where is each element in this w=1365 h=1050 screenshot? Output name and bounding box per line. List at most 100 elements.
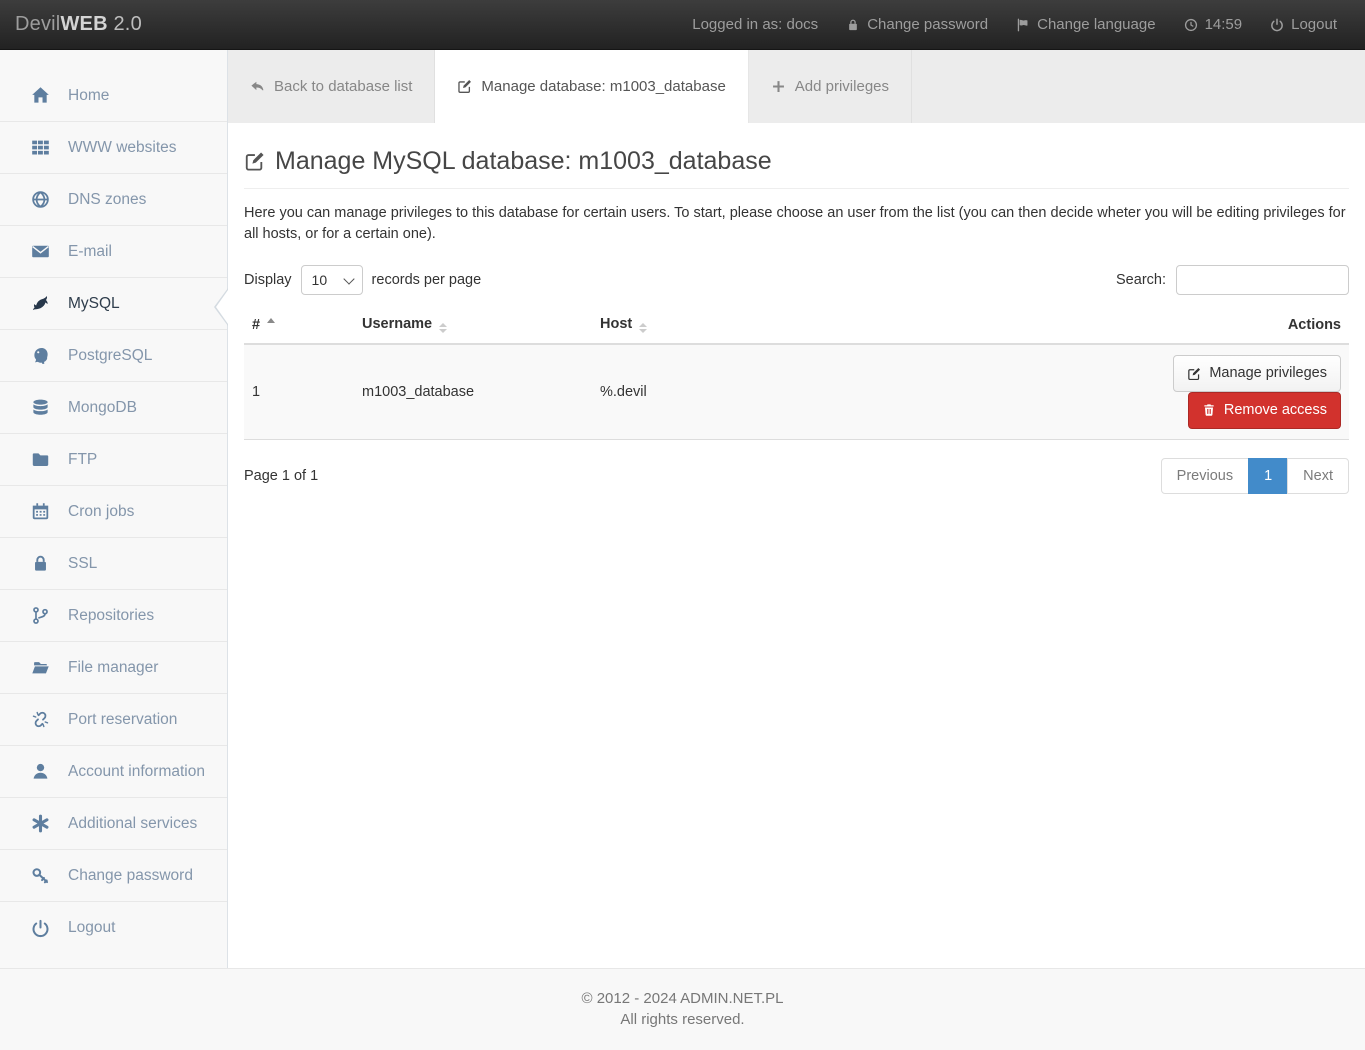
column-header-label: Actions — [1288, 317, 1341, 333]
folder-icon — [27, 450, 54, 469]
git-branch-icon — [27, 606, 54, 625]
button-label: Manage privileges — [1209, 364, 1327, 383]
sidebar-item-www-websites[interactable]: WWW websites — [0, 122, 227, 174]
reply-icon — [250, 79, 265, 94]
tab-label: Manage database: m1003_database — [481, 78, 725, 95]
sidebar-item-file-manager[interactable]: File manager — [0, 642, 227, 694]
globe-icon — [27, 190, 54, 209]
main-layout: Home WWW websites DNS zones E-mail MySQL… — [0, 50, 1365, 968]
trash-icon — [1202, 403, 1216, 417]
pagination-item: 1 — [1249, 458, 1288, 494]
sidebar-item-label: Additional services — [68, 815, 197, 833]
remove-access-button[interactable]: Remove access — [1188, 392, 1341, 429]
sidebar-item-dns-zones[interactable]: DNS zones — [0, 174, 227, 226]
sidebar-item-postgresql[interactable]: PostgreSQL — [0, 330, 227, 382]
sidebar-item-mysql[interactable]: MySQL — [0, 278, 227, 330]
sidebar-item-ftp[interactable]: FTP — [0, 434, 227, 486]
previous-page-button[interactable]: Previous — [1161, 458, 1249, 494]
sidebar-item-email[interactable]: E-mail — [0, 226, 227, 278]
sidebar-item-cron-jobs[interactable]: Cron jobs — [0, 486, 227, 538]
postgresql-elephant-icon — [27, 346, 54, 365]
calendar-icon — [27, 502, 54, 521]
asterisk-icon — [27, 814, 54, 833]
sidebar-item-label: Cron jobs — [68, 503, 134, 521]
column-header-label: Host — [600, 316, 632, 332]
brand-logo[interactable]: DevilWEB 2.0 — [0, 13, 142, 36]
column-header-actions: Actions — [1009, 310, 1349, 344]
sidebar-item-label: Account information — [68, 763, 205, 781]
edit-icon — [244, 151, 265, 172]
edit-icon — [457, 79, 472, 94]
brand-prefix: Devil — [15, 13, 60, 35]
page-body: Manage MySQL database: m1003_database He… — [228, 123, 1365, 494]
tab-back-to-database-list[interactable]: Back to database list — [228, 50, 435, 123]
footer-copyright: © 2012 - 2024 ADMIN.NET.PL — [0, 989, 1365, 1010]
column-header-host[interactable]: Host — [592, 310, 1009, 344]
grid-icon — [27, 138, 54, 157]
page-1-button[interactable]: 1 — [1248, 458, 1288, 494]
sidebar: Home WWW websites DNS zones E-mail MySQL… — [0, 50, 228, 968]
tab-add-privileges[interactable]: Add privileges — [749, 50, 912, 123]
sidebar-item-change-password[interactable]: Change password — [0, 850, 227, 902]
page-title-text: Manage MySQL database: m1003_database — [275, 147, 772, 176]
topbar-logout[interactable]: Logout — [1270, 16, 1337, 33]
broken-link-icon — [27, 710, 54, 729]
sort-ascending-icon — [267, 318, 275, 323]
sidebar-item-mongodb[interactable]: MongoDB — [0, 382, 227, 434]
manage-privileges-button[interactable]: Manage privileges — [1173, 355, 1341, 392]
sidebar-item-ssl[interactable]: SSL — [0, 538, 227, 590]
sidebar-item-repositories[interactable]: Repositories — [0, 590, 227, 642]
database-icon — [27, 398, 54, 417]
plus-icon — [771, 79, 786, 94]
topbar: DevilWEB 2.0 Logged in as: docs Change p… — [0, 0, 1365, 50]
power-icon — [27, 919, 54, 938]
privileges-table: # Username Host Actions 1 m1003_database… — [244, 310, 1349, 440]
sidebar-item-account-information[interactable]: Account information — [0, 746, 227, 798]
pagination-row: Page 1 of 1 Previous 1 Next — [244, 458, 1349, 494]
search-input[interactable] — [1176, 265, 1349, 295]
tab-manage-database[interactable]: Manage database: m1003_database — [435, 50, 748, 123]
sidebar-item-label: MongoDB — [68, 399, 137, 417]
search-label: Search: — [1116, 272, 1166, 288]
page-description: Here you can manage privileges to this d… — [244, 203, 1349, 244]
next-page-button[interactable]: Next — [1287, 458, 1349, 494]
envelope-icon — [27, 242, 54, 261]
footer-rights: All rights reserved. — [0, 1010, 1365, 1031]
table-row: 1 m1003_database %.devil Manage privileg… — [244, 344, 1349, 439]
topbar-menu: Logged in as: docs Change password Chang… — [692, 16, 1365, 33]
active-item-arrow-fill — [216, 290, 228, 324]
logged-in-as: Logged in as: docs — [692, 16, 818, 33]
column-header-label: Username — [362, 316, 432, 332]
pagination-item: Next — [1288, 458, 1349, 494]
flag-icon — [1016, 18, 1030, 32]
user-icon — [27, 762, 54, 781]
cell-actions: Manage privileges Remove access — [1009, 344, 1349, 439]
topbar-change-language-label: Change language — [1037, 16, 1155, 33]
sidebar-item-port-reservation[interactable]: Port reservation — [0, 694, 227, 746]
brand-bold: WEB — [60, 13, 107, 35]
column-header-username[interactable]: Username — [354, 310, 592, 344]
topbar-clock: 14:59 — [1184, 16, 1243, 33]
sort-both-icon — [639, 323, 647, 333]
sidebar-item-home[interactable]: Home — [0, 70, 227, 122]
records-per-page-select[interactable]: 10 — [301, 265, 363, 295]
lock-icon — [27, 554, 54, 573]
topbar-change-password[interactable]: Change password — [846, 16, 988, 33]
table-header-row: # Username Host Actions — [244, 310, 1349, 344]
lock-icon — [846, 18, 860, 32]
button-label: Remove access — [1224, 401, 1327, 420]
tab-label: Add privileges — [795, 78, 889, 95]
tab-bar: Back to database list Manage database: m… — [228, 50, 1365, 123]
key-icon — [27, 866, 54, 885]
column-header-label: # — [252, 317, 260, 333]
sidebar-item-additional-services[interactable]: Additional services — [0, 798, 227, 850]
topbar-change-language[interactable]: Change language — [1016, 16, 1155, 33]
sidebar-item-label: Port reservation — [68, 711, 177, 729]
records-label: records per page — [372, 272, 482, 288]
sidebar-item-logout[interactable]: Logout — [0, 902, 227, 954]
sidebar-item-label: File manager — [68, 659, 158, 677]
column-header-num[interactable]: # — [244, 310, 354, 344]
topbar-change-password-label: Change password — [867, 16, 988, 33]
home-icon — [27, 86, 54, 105]
clock-icon — [1184, 18, 1198, 32]
